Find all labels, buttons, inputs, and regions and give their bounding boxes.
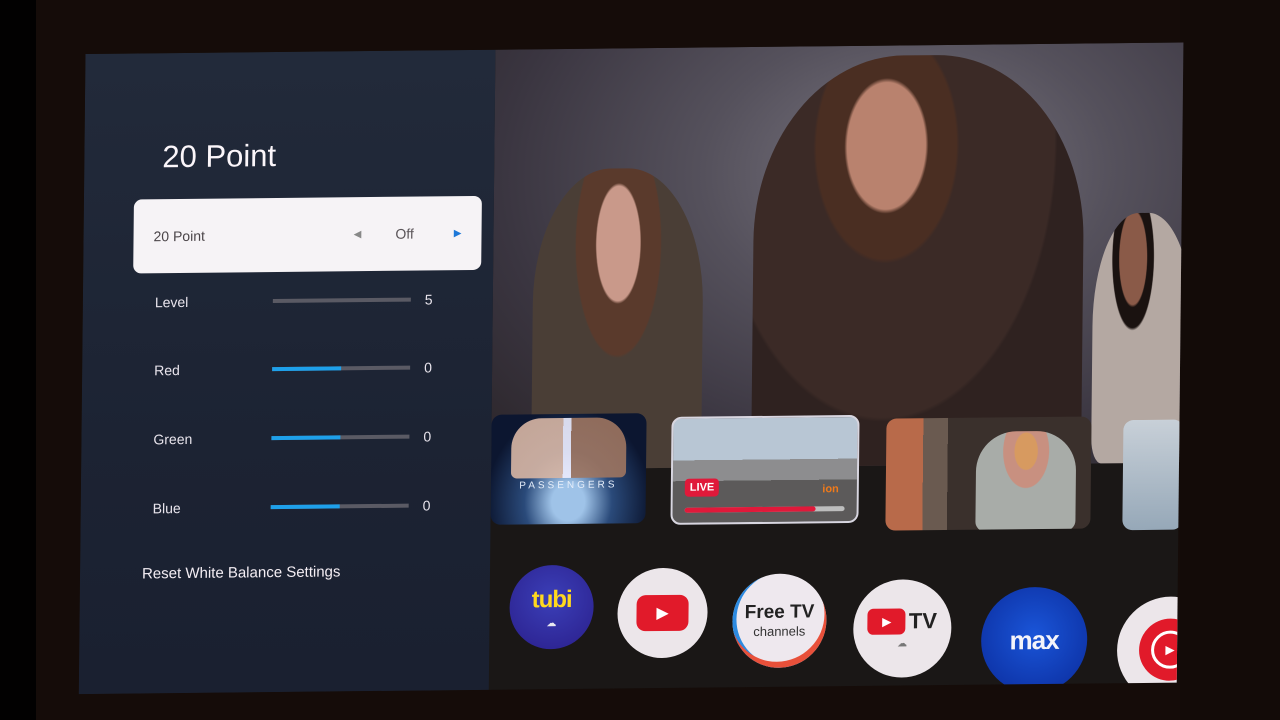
slider-label: Red — [154, 362, 180, 379]
card-passengers[interactable]: PASSENGERS — [490, 413, 647, 525]
play-icon: ▶ — [1150, 630, 1184, 669]
slider-label: Green — [153, 430, 193, 448]
selector-label: 20 Point — [153, 227, 206, 245]
slider-fill — [271, 435, 341, 441]
slider-value: 0 — [423, 428, 432, 445]
max-logo: max — [1009, 624, 1059, 655]
card-video[interactable] — [885, 416, 1092, 531]
app-youtube[interactable]: ▶ — [617, 567, 708, 659]
free-tv-label: Free TV — [744, 601, 815, 624]
card-title: PASSENGERS — [519, 479, 618, 492]
20-point-selector[interactable]: 20 Point ◀ Off ▶ — [133, 195, 482, 274]
play-glyph: ▶ — [1165, 642, 1175, 657]
slider-value: 0 — [422, 497, 431, 514]
arrow-right-icon[interactable]: ▶ — [454, 228, 462, 239]
live-progress-fill — [684, 506, 816, 513]
app-youtube-tv[interactable]: ▶ TV ☁ — [852, 578, 952, 679]
tv-frame: ⌕ ⚙ Google TV PASSENGERS LIVE ion — [78, 0, 1186, 704]
youtube-logo: ▶ — [636, 594, 689, 632]
reset-white-balance-button[interactable]: Reset White Balance Settings — [142, 563, 341, 582]
youtube-logo: ▶ — [867, 607, 906, 635]
slider-row-green[interactable]: Green 0 — [153, 424, 453, 451]
app-youtube-music[interactable]: ▶ — [1116, 596, 1184, 695]
app-free-tv-channels[interactable]: Free TV channels — [731, 573, 827, 669]
youtube-tv-logo: ▶ TV — [867, 607, 938, 635]
tv-label: TV — [908, 607, 938, 633]
selector-value: Off — [395, 225, 414, 242]
content-row: PASSENGERS LIVE ion — [490, 407, 1184, 544]
slider-value: 5 — [424, 291, 433, 308]
play-icon: ▶ — [656, 604, 669, 623]
channels-label: channels — [753, 623, 806, 640]
slider-track[interactable] — [272, 365, 411, 372]
app-max[interactable]: max — [980, 586, 1088, 694]
app-tubi[interactable]: tubi ☁ — [509, 564, 595, 650]
slider-track[interactable] — [270, 503, 409, 510]
cloud-download-icon: ☁ — [546, 617, 557, 629]
slider-label: Level — [154, 293, 189, 311]
slider-fill — [272, 366, 342, 372]
hero-figure-man — [751, 53, 1086, 468]
slider-row-red[interactable]: Red 0 — [154, 355, 454, 382]
tubi-logo: tubi — [531, 585, 572, 613]
room-background: ⌕ ⚙ Google TV PASSENGERS LIVE ion — [0, 0, 1280, 720]
live-badge: LIVE — [684, 478, 720, 497]
white-balance-panel: 20 Point 20 Point ◀ Off ▶ Level 5 Red 0 — [78, 49, 496, 695]
slider-row-level[interactable]: Level 5 — [155, 287, 455, 314]
slider-fill — [270, 504, 340, 510]
cloud-download-icon: ☁ — [897, 637, 908, 650]
slider-value: 0 — [424, 359, 433, 376]
video-thumbnail-person — [975, 430, 1077, 531]
tv-screen: ⌕ ⚙ Google TV PASSENGERS LIVE ion — [78, 42, 1184, 695]
live-progress-bar — [684, 506, 845, 513]
play-icon: ▶ — [882, 614, 892, 629]
arrow-left-icon[interactable]: ◀ — [354, 229, 362, 240]
hero-banner[interactable]: ⌕ ⚙ Google TV — [491, 42, 1184, 470]
channel-logo: ion — [822, 483, 839, 496]
slider-row-blue[interactable]: Blue 0 — [153, 493, 453, 520]
apps-row: tubi ☁ ▶ Free TV channels ▶ TV ☁ max ▶ — [499, 552, 1184, 695]
youtube-music-logo: ▶ — [1138, 618, 1184, 682]
slider-track[interactable] — [271, 434, 410, 441]
slider-track[interactable] — [272, 297, 411, 304]
card-live-ion[interactable]: LIVE ion — [670, 414, 860, 525]
slider-label: Blue — [152, 500, 181, 517]
panel-title: 20 Point — [162, 138, 277, 175]
card-partial[interactable] — [1122, 419, 1184, 531]
poster-art — [510, 417, 627, 479]
